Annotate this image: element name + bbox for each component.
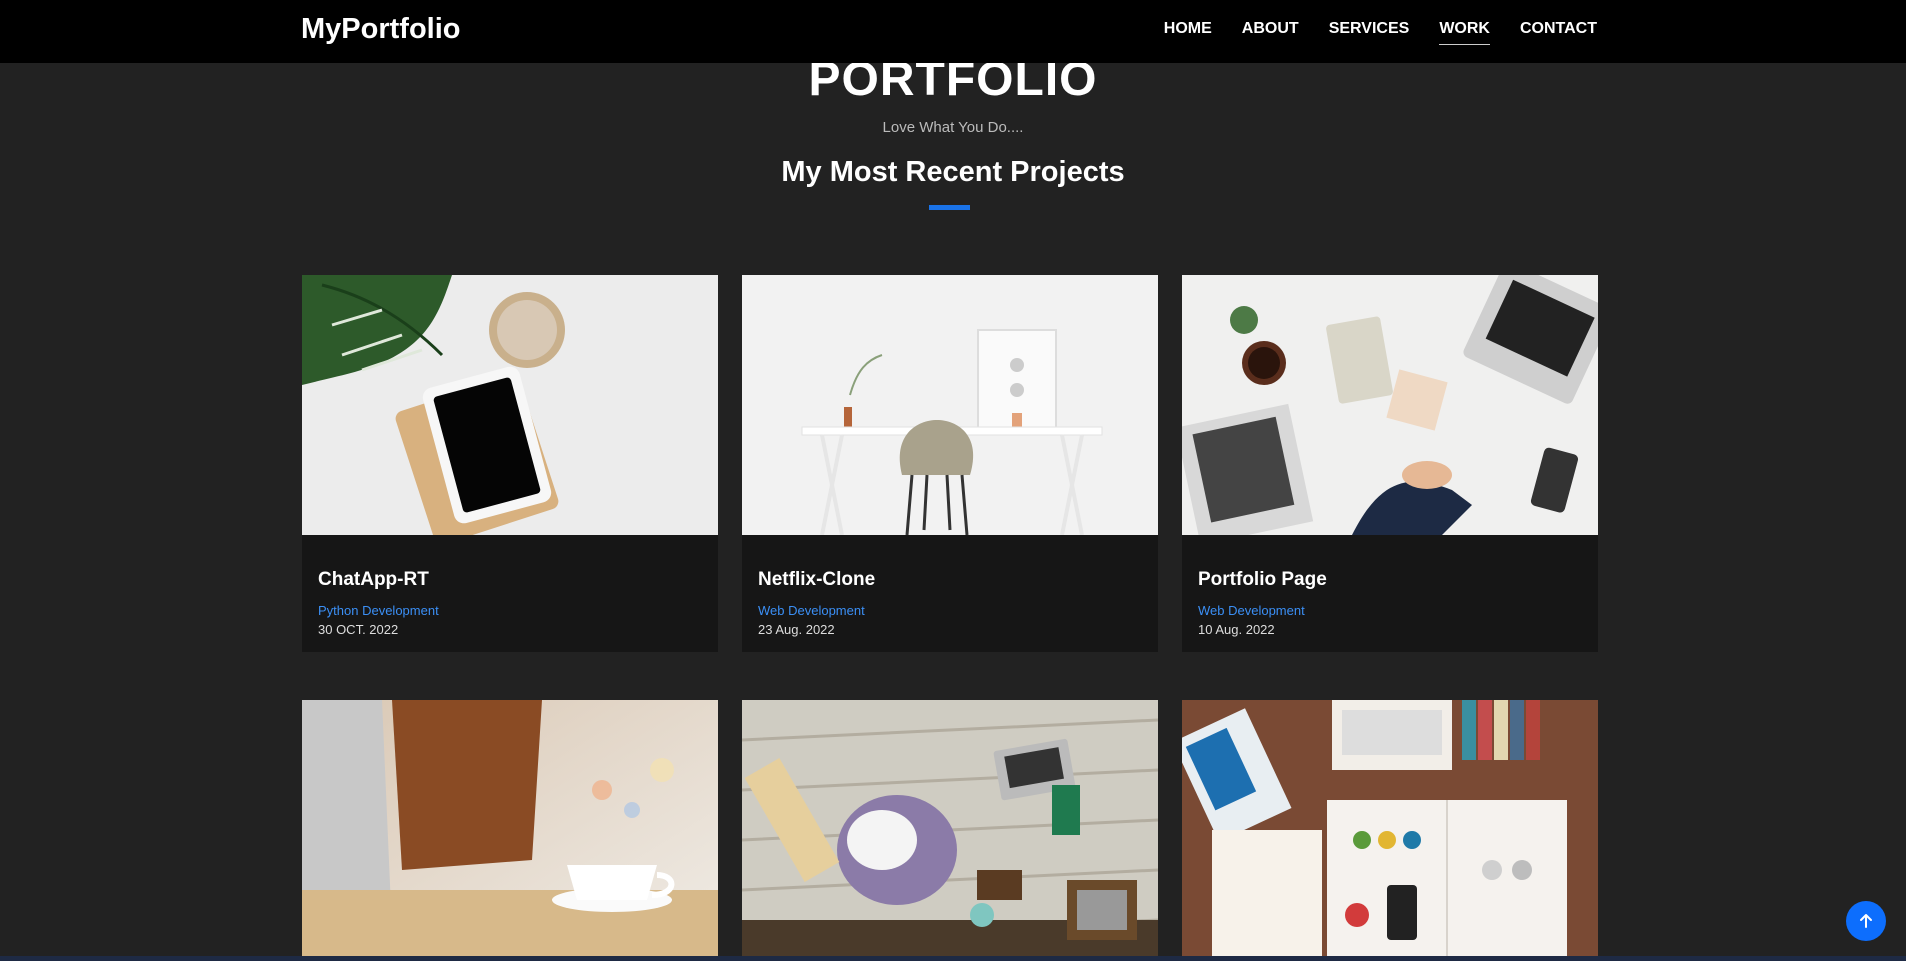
project-date: 30 OCT. 2022 — [318, 622, 399, 637]
project-title[interactable]: ChatApp-RT — [318, 569, 429, 591]
nav-link-about[interactable]: ABOUT — [1242, 20, 1299, 45]
project-category: Web Development — [1198, 603, 1305, 618]
nav-link-contact[interactable]: CONTACT — [1520, 20, 1597, 45]
project-card[interactable]: Netflix-Clone Web Development 23 Aug. 20… — [742, 275, 1158, 652]
project-date: 10 Aug. 2022 — [1198, 622, 1275, 637]
nav-link-home[interactable]: HOME — [1164, 20, 1212, 45]
project-image[interactable] — [742, 275, 1158, 535]
project-category: Web Development — [758, 603, 865, 618]
project-category: Python Development — [318, 603, 439, 618]
section-subtitle: Love What You Do.... — [882, 119, 1024, 136]
project-date: 23 Aug. 2022 — [758, 622, 835, 637]
project-card[interactable] — [302, 700, 718, 956]
card-body: Portfolio Page Web Development 10 Aug. 2… — [1182, 535, 1598, 652]
project-image[interactable] — [742, 700, 1158, 956]
project-image[interactable] — [1182, 275, 1598, 535]
project-image[interactable] — [302, 700, 718, 956]
project-image[interactable] — [302, 275, 718, 535]
project-title[interactable]: Netflix-Clone — [758, 569, 875, 591]
heading-underline — [929, 205, 970, 210]
project-card[interactable] — [1182, 700, 1598, 956]
project-card[interactable]: ChatApp-RT Python Development 30 OCT. 20… — [302, 275, 718, 652]
brand-logo[interactable]: MyPortfolio — [301, 13, 461, 46]
section-heading: My Most Recent Projects — [781, 156, 1125, 188]
card-body: Netflix-Clone Web Development 23 Aug. 20… — [742, 535, 1158, 652]
nav-link-services[interactable]: SERVICES — [1329, 20, 1410, 45]
project-card[interactable] — [742, 700, 1158, 956]
nav-link-work[interactable]: WORK — [1439, 20, 1490, 45]
card-body: ChatApp-RT Python Development 30 OCT. 20… — [302, 535, 718, 652]
project-image[interactable] — [1182, 700, 1598, 956]
nav-links: HOME ABOUT SERVICES WORK CONTACT — [1164, 20, 1597, 45]
bottom-edge — [0, 956, 1906, 961]
arrow-up-icon — [1860, 914, 1872, 928]
project-title[interactable]: Portfolio Page — [1198, 569, 1327, 591]
scroll-top-button[interactable] — [1846, 901, 1886, 941]
project-card[interactable]: Portfolio Page Web Development 10 Aug. 2… — [1182, 275, 1598, 652]
navbar: MyPortfolio HOME ABOUT SERVICES WORK CON… — [0, 0, 1906, 63]
